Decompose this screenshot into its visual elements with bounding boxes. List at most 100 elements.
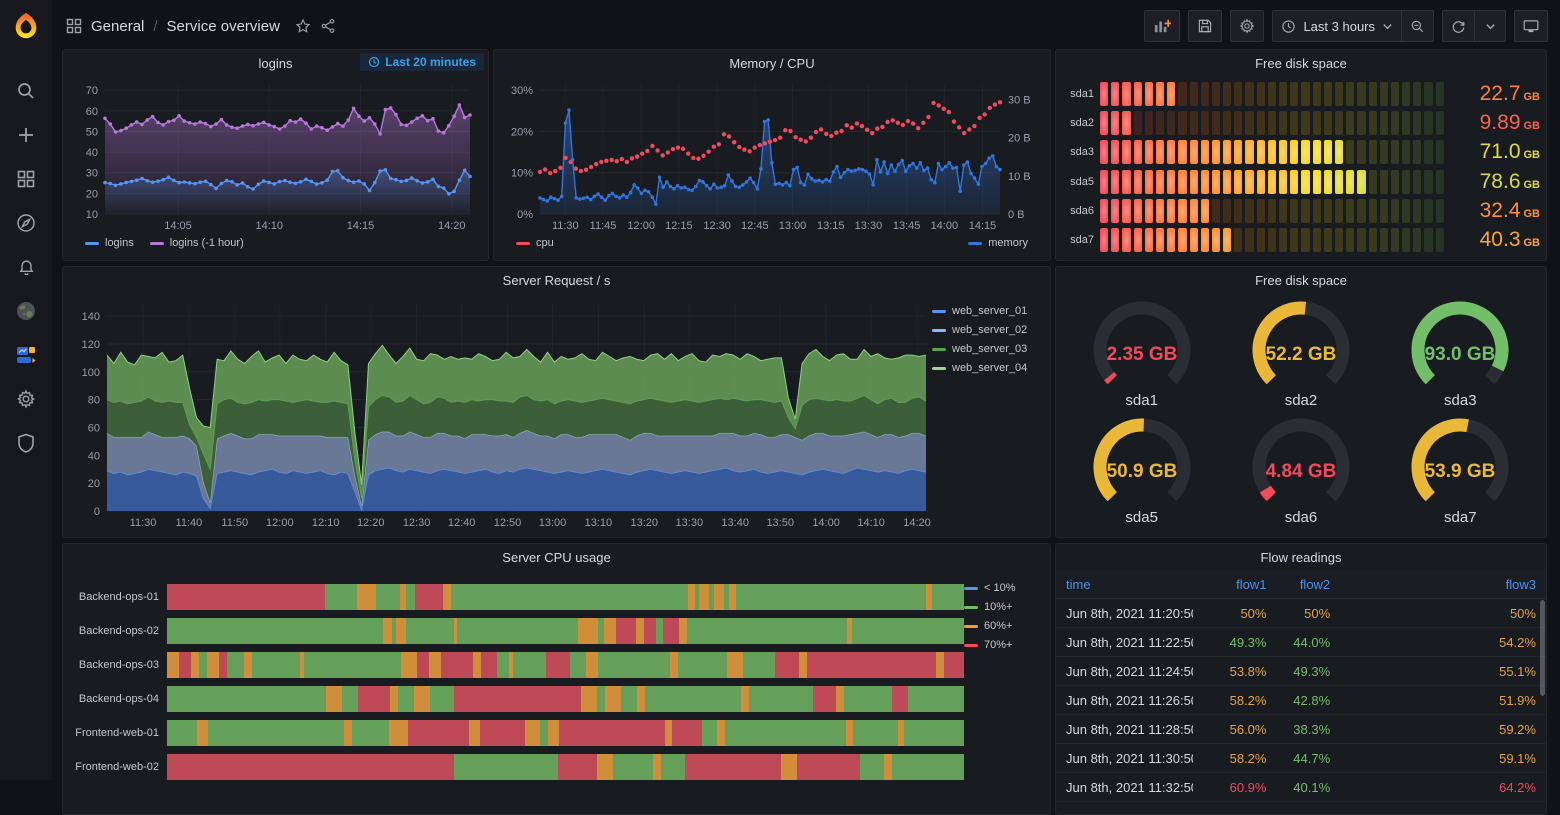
dashboard-settings-button[interactable] [1230, 10, 1264, 42]
breadcrumb-separator: / [153, 18, 157, 35]
breadcrumb-page[interactable]: Service overview [167, 18, 280, 35]
svg-text:12:10: 12:10 [312, 517, 340, 529]
disk-bar-row: sda29.89GB [1058, 111, 1542, 135]
panel-title[interactable]: logins Last 20 minutes [63, 50, 488, 76]
apps-grid-icon[interactable] [66, 18, 82, 34]
server-name: Backend-ops-04 [71, 693, 159, 705]
status-row: Backend-ops-03 [71, 652, 964, 678]
dashboards-icon[interactable] [8, 164, 44, 194]
gauge-arc: 93.0 GB [1401, 298, 1519, 390]
disk-value: 32.4GB [1450, 199, 1542, 223]
legend-item-cpu[interactable]: cpu [516, 237, 554, 249]
column-header-flow1[interactable]: flow1 [1193, 577, 1276, 592]
gauge-arc: 50.9 GB [1083, 415, 1201, 507]
legend-item[interactable]: logins [85, 237, 134, 249]
time-controls: Last 3 hours [1272, 10, 1434, 42]
world-app-icon[interactable] [8, 296, 44, 326]
explore-icon[interactable] [8, 208, 44, 238]
legend-item[interactable]: web_server_04 [932, 362, 1042, 374]
legend-item-memory[interactable]: memory [968, 237, 1028, 249]
alerting-bell-icon[interactable] [8, 252, 44, 282]
logins-chart: 1020304050607014:0514:1014:1514:20 [71, 76, 480, 232]
column-header-flow2[interactable]: flow2 [1276, 577, 1340, 592]
table-row: Jun 8th, 2021 11:32:5060.9%40.1%64.2% [1056, 773, 1546, 802]
legend-item[interactable]: logins (-1 hour) [150, 237, 244, 249]
table-row: Jun 8th, 2021 11:30:5058.2%44.7%59.1% [1056, 744, 1546, 773]
time-picker-button[interactable]: Last 3 hours [1272, 10, 1402, 42]
panel-title[interactable]: Free disk space [1056, 50, 1546, 76]
refresh-button[interactable] [1442, 10, 1475, 42]
svg-text:14:10: 14:10 [857, 517, 885, 529]
panel-title[interactable]: Server CPU usage [63, 544, 1050, 570]
logins-legend: logins logins (-1 hour) [71, 232, 480, 254]
svg-text:0: 0 [94, 506, 100, 518]
gauge-label: sda1 [1125, 392, 1158, 409]
svg-text:10: 10 [86, 209, 98, 221]
panel-title[interactable]: Flow readings [1056, 544, 1546, 570]
server-requests-legend: web_server_01 web_server_02 web_server_03w… [932, 293, 1042, 531]
legend-item[interactable]: web_server_03 [932, 343, 1042, 355]
table-scrollbar[interactable] [1540, 600, 1545, 696]
create-icon[interactable] [8, 120, 44, 150]
disk-value: 71.0GB [1450, 140, 1542, 164]
share-icon[interactable] [320, 18, 336, 34]
gauge: 50.9 GB sda5 [1083, 415, 1201, 526]
svg-text:40: 40 [88, 450, 100, 462]
flow-app-icon[interactable] [8, 340, 44, 370]
svg-text:12:20: 12:20 [357, 517, 385, 529]
svg-text:50: 50 [86, 126, 98, 138]
time-range-label: Last 3 hours [1303, 19, 1375, 34]
disk-name: sda6 [1058, 205, 1094, 217]
svg-text:13:15: 13:15 [817, 220, 845, 232]
column-header-flow3[interactable]: flow3 [1340, 577, 1546, 592]
breadcrumb-section[interactable]: General [91, 18, 144, 35]
svg-text:12:40: 12:40 [448, 517, 476, 529]
panel-free-disk-gauges: Free disk space 2.35 GBsda152.2 GBsda293… [1055, 266, 1547, 538]
zoom-out-button[interactable] [1401, 10, 1434, 42]
svg-text:20: 20 [86, 188, 98, 200]
disk-bar-row: sda6 32.4GB [1058, 199, 1542, 223]
svg-text:100: 100 [82, 367, 100, 379]
disk-bar-row: sda740.3GB [1058, 228, 1542, 252]
panel-title[interactable]: Free disk space [1056, 267, 1546, 293]
svg-text:11:50: 11:50 [221, 517, 248, 529]
svg-text:13:40: 13:40 [721, 517, 749, 529]
legend-item[interactable]: < 10% [964, 582, 1042, 594]
svg-text:11:45: 11:45 [590, 220, 617, 232]
refresh-interval-dropdown[interactable] [1474, 10, 1506, 42]
breadcrumb: General / Service overview [66, 18, 336, 35]
column-header-time[interactable]: time [1056, 577, 1193, 592]
save-dashboard-button[interactable] [1188, 10, 1222, 42]
legend-item[interactable]: web_server_02 [932, 324, 1042, 336]
panel-title[interactable]: Server Request / s [63, 267, 1050, 293]
time-override-badge[interactable]: Last 20 minutes [360, 53, 484, 71]
server-name: Backend-ops-01 [71, 591, 159, 603]
top-nav: General / Service overview Last 3 hours [52, 0, 1560, 52]
configuration-gear-icon[interactable] [8, 384, 44, 414]
disk-name: sda7 [1058, 234, 1094, 246]
search-icon[interactable] [8, 76, 44, 106]
memory-cpu-legend: cpu memory [502, 232, 1042, 254]
server-name: Backend-ops-03 [71, 659, 159, 671]
legend-item[interactable]: 60%+ [964, 620, 1042, 632]
gauge-label: sda5 [1125, 509, 1158, 526]
clock-icon [1281, 19, 1296, 34]
memory-cpu-chart: 0%10%20%30%0 B10 B20 B30 B11:3011:4512:0… [502, 76, 1042, 232]
legend-item[interactable]: 10%+ [964, 601, 1042, 613]
status-row: Frontend-web-01 [71, 720, 964, 746]
add-panel-button[interactable] [1144, 10, 1180, 42]
tv-mode-button[interactable] [1514, 10, 1548, 42]
panel-title[interactable]: Memory / CPU [494, 50, 1050, 76]
grafana-logo[interactable] [0, 0, 52, 52]
svg-text:13:45: 13:45 [893, 220, 921, 232]
server-admin-shield-icon[interactable] [8, 428, 44, 458]
legend-item[interactable]: 70%+ [964, 639, 1042, 651]
panel-memory-cpu: Memory / CPU 0%10%20%30%0 B10 B20 B30 B1… [493, 49, 1051, 261]
disk-bar-gauge: sda122.7GBsda29.89GBsda371.0GBsda578.6GB… [1056, 76, 1546, 260]
panel-server-requests: Server Request / s 02040608010012014011:… [62, 266, 1051, 538]
svg-text:13:00: 13:00 [779, 220, 807, 232]
star-icon[interactable] [295, 18, 311, 34]
svg-text:50.9 GB: 50.9 GB [1106, 461, 1177, 482]
legend-item[interactable]: web_server_01 [932, 305, 1042, 317]
disk-name: sda5 [1058, 176, 1094, 188]
